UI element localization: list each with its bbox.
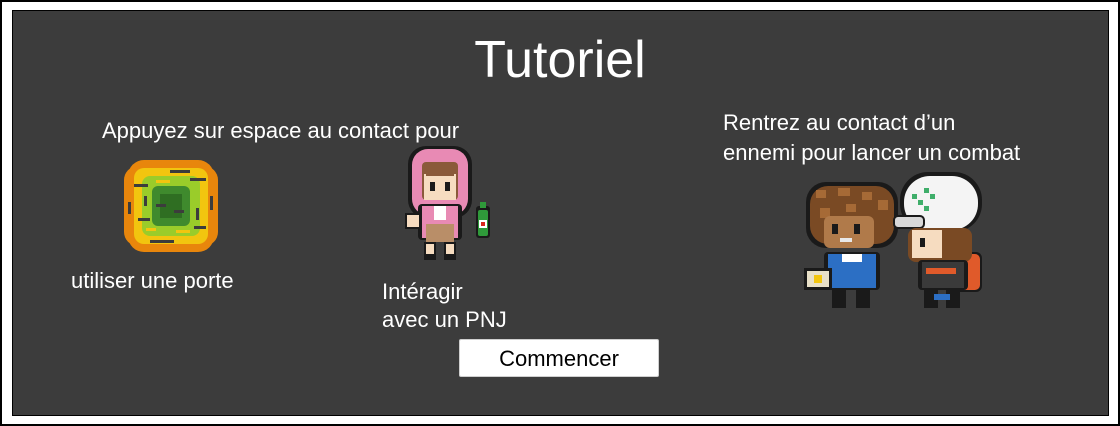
page-title: Tutoriel bbox=[474, 31, 646, 89]
start-button[interactable]: Commencer bbox=[459, 339, 659, 377]
player-character-icon bbox=[893, 172, 982, 308]
left-heading: Appuyez sur espace au contact pour bbox=[102, 118, 460, 143]
npc-caption-line2: avec un PNJ bbox=[382, 307, 507, 332]
npc-character-icon bbox=[405, 146, 490, 260]
right-heading-line2: ennemi pour lancer un combat bbox=[723, 140, 1021, 165]
door-caption: utiliser une porte bbox=[71, 268, 234, 293]
right-heading-line1: Rentrez au contact d’un bbox=[723, 110, 956, 135]
enemy-trainer-icon bbox=[804, 182, 898, 308]
door-portal-icon bbox=[124, 160, 218, 252]
npc-caption-line1: Intéragir bbox=[382, 279, 463, 304]
